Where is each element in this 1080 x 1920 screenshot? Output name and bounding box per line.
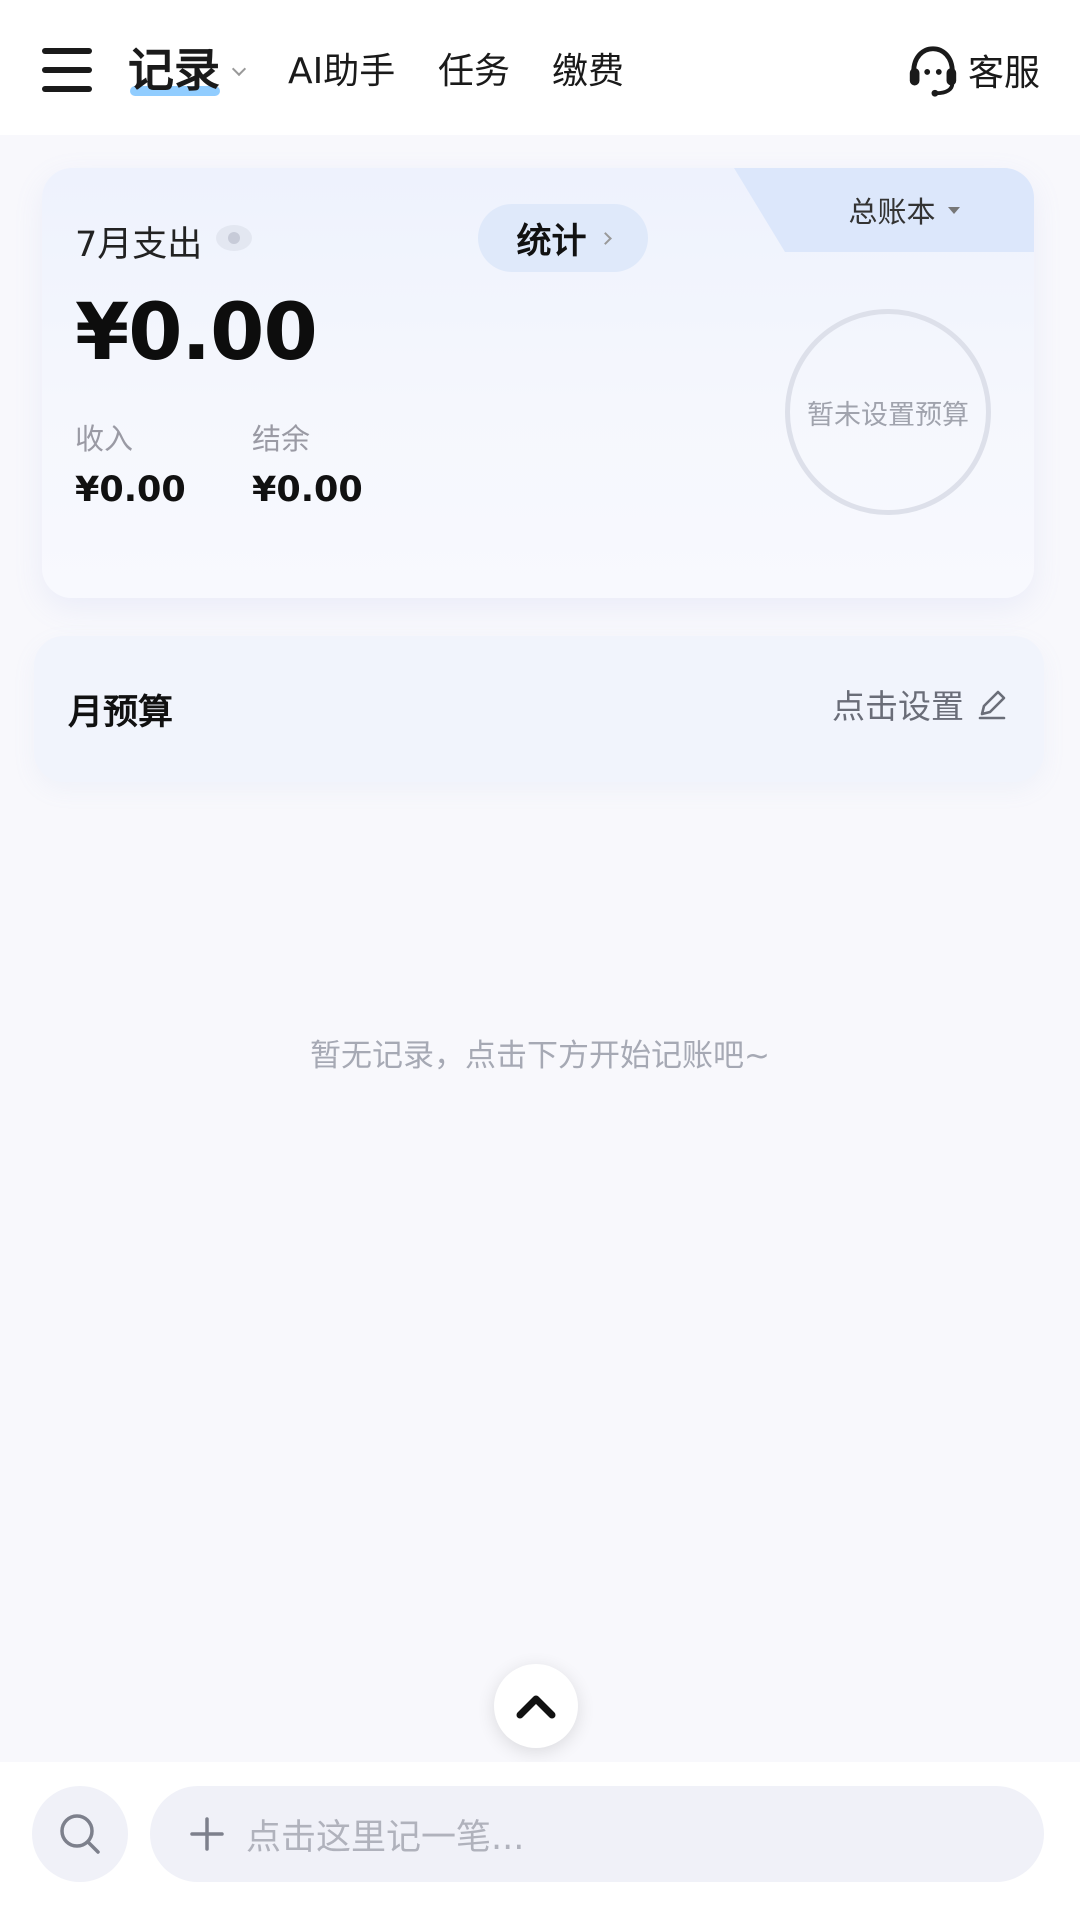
eye-icon[interactable] <box>214 220 254 256</box>
pencil-icon <box>978 690 1006 720</box>
scroll-to-top-button[interactable] <box>494 1664 578 1748</box>
chevron-down-icon[interactable] <box>231 61 247 77</box>
customer-service-label: 客服 <box>967 53 1040 94</box>
chevron-right-icon <box>598 231 612 245</box>
statistics-label: 统计 <box>516 221 587 262</box>
month-expense-label: 7月支出 <box>75 225 203 265</box>
menu-icon[interactable] <box>40 46 94 94</box>
ledger-selector[interactable]: 总账本 <box>734 168 1034 252</box>
tab-payment[interactable]: 缴费 <box>552 42 624 102</box>
budget-ring[interactable]: 暂未设置预算 <box>785 309 991 515</box>
chevron-up-icon <box>516 1695 556 1719</box>
budget-set-label: 点击设置 <box>832 687 964 726</box>
balance-value: ¥0.00 <box>252 470 363 510</box>
ledger-label: 总账本 <box>848 195 936 229</box>
empty-state-text: 暂无记录，点击下方开始记账吧~ <box>310 1038 770 1074</box>
budget-title: 月预算 <box>68 693 174 733</box>
monthly-budget-card: 月预算 点击设置 <box>34 636 1044 782</box>
quick-record-placeholder: 点击这里记一笔... <box>246 1817 525 1858</box>
bottom-bar: 点击这里记一笔... <box>0 1762 1080 1920</box>
top-header: 记录 AI助手 任务 缴费 客服 <box>0 0 1080 135</box>
balance-label: 结余 <box>252 422 311 456</box>
tab-records[interactable]: 记录 <box>128 40 220 100</box>
plus-icon <box>190 1817 224 1851</box>
income-label: 收入 <box>75 422 134 456</box>
expense-amount: ¥0.00 <box>75 288 318 378</box>
customer-service-button[interactable]: 客服 <box>904 40 1040 100</box>
tab-tasks[interactable]: 任务 <box>438 42 510 102</box>
search-button[interactable] <box>32 1786 128 1882</box>
caret-down-icon <box>947 206 960 214</box>
search-icon <box>60 1814 100 1854</box>
budget-set-button[interactable]: 点击设置 <box>832 680 1010 728</box>
tab-ai-assistant[interactable]: AI助手 <box>288 42 395 102</box>
budget-ring-text: 暂未设置预算 <box>807 399 969 431</box>
monthly-summary-card: 总账本 7月支出 统计 ¥0.00 收入 ¥0.00 结余 ¥0.00 暂未设置… <box>42 168 1034 598</box>
income-value: ¥0.00 <box>75 470 186 510</box>
tab-records-label: 记录 <box>128 43 220 97</box>
headset-icon <box>909 46 957 97</box>
statistics-button[interactable]: 统计 <box>478 204 648 272</box>
quick-record-input[interactable]: 点击这里记一笔... <box>150 1786 1044 1882</box>
